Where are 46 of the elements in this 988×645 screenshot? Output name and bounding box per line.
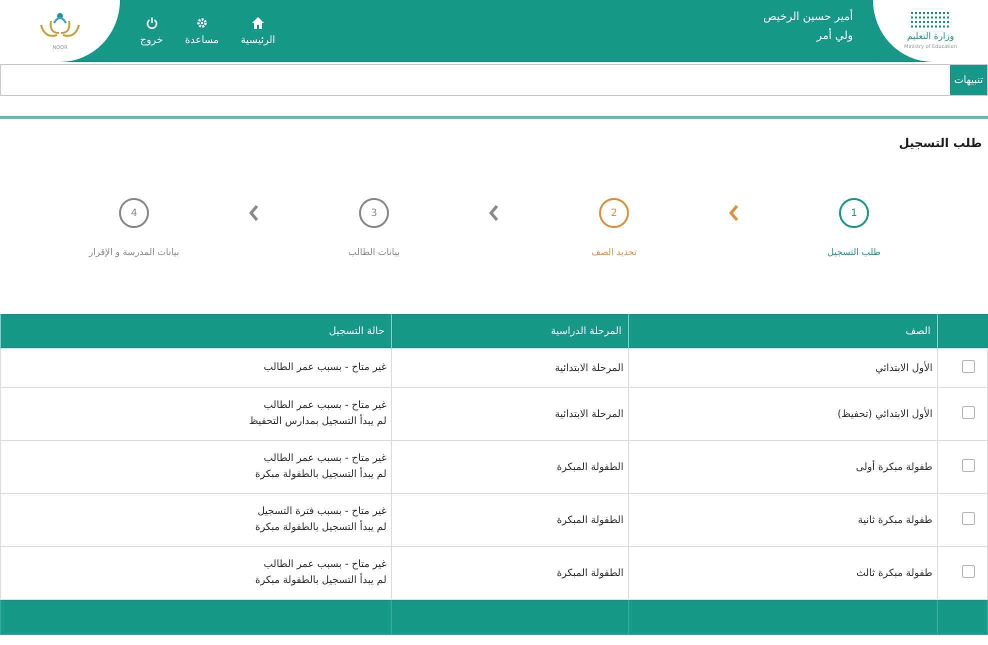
notifications-tab[interactable]: تنبيهات: [950, 65, 987, 95]
step-number: 4: [119, 198, 149, 228]
chevron-icon: [729, 205, 739, 221]
table-cell-text: غير متاح - بسبب عمر الطالب لم يبدأ التسجيل بالطفولة مبكرة: [254, 558, 386, 588]
step-number: 2: [599, 198, 629, 228]
table-cell: الطفولة المبكرة: [556, 568, 624, 578]
table-cell: طفولة مبكرة أولى: [856, 462, 932, 472]
table-cell: الأول الابتدائي: [875, 362, 932, 374]
power-icon: [146, 16, 158, 28]
step-number: 1: [839, 198, 869, 228]
ministry-logo-icon: [910, 12, 950, 30]
row-checkbox[interactable]: [962, 406, 975, 419]
table-cell: المرحلة الابتدائية: [554, 362, 624, 374]
step-label: بيانات المدرسة و الإقرار: [88, 248, 180, 258]
table-cell: طفولة مبكرة ثانية: [858, 514, 932, 526]
page-title: طلب التسجيل: [898, 135, 983, 152]
row-checkbox[interactable]: [962, 459, 975, 472]
chevron-icon: [249, 205, 259, 221]
table-cell-text: غير متاح - بسبب عمر الطالب لم يبدأ التسجيل بمدارس التحفيظ: [248, 399, 386, 429]
column-header: المرحلة الدراسية: [550, 326, 622, 336]
table-cell: المرحلة الابتدائية: [554, 408, 624, 420]
step-number: 3: [359, 198, 389, 228]
step-label: طلب التسجيل: [827, 248, 881, 258]
chevron-icon: [489, 205, 499, 221]
nav-link[interactable]: خروج: [140, 16, 163, 46]
nav-link[interactable]: الرئيسية: [240, 16, 276, 46]
step-label: بيانات الطالب: [348, 248, 400, 258]
user-name: أمير حسين الرخيص: [763, 10, 853, 23]
table-cell: الأول الابتدائي (تحفيظ): [838, 408, 932, 420]
row-checkbox[interactable]: [962, 512, 975, 525]
table-cell-text: غير متاح - بسبب فترة التسجيل لم يبدأ التسجيل بالطفولة مبكرة: [254, 505, 386, 535]
ministry-name: وزارة التعليم: [906, 32, 954, 42]
table-cell: الطفولة المبكرة: [556, 514, 624, 526]
table-cell: الطفولة المبكرة: [556, 462, 624, 472]
row-checkbox[interactable]: [962, 360, 975, 373]
column-header: حالة التسجيل: [328, 326, 384, 336]
row-checkbox[interactable]: [962, 565, 975, 578]
settings-icon: [196, 16, 208, 28]
step-label: تحديد الصف: [591, 248, 637, 258]
table-cell-text: غير متاح - بسبب عمر الطالب لم يبدأ التسجيل بالطفولة مبكرة: [254, 452, 386, 482]
home-icon: [252, 16, 264, 28]
nav-link[interactable]: مساعدة: [184, 16, 219, 46]
user-role: ولي أمر: [815, 29, 853, 42]
table-cell: طفولة مبكرة ثالث: [856, 568, 932, 578]
table-cell-text: غير متاح - بسبب عمر الطالب: [262, 361, 386, 375]
column-header: الصف: [906, 326, 930, 336]
